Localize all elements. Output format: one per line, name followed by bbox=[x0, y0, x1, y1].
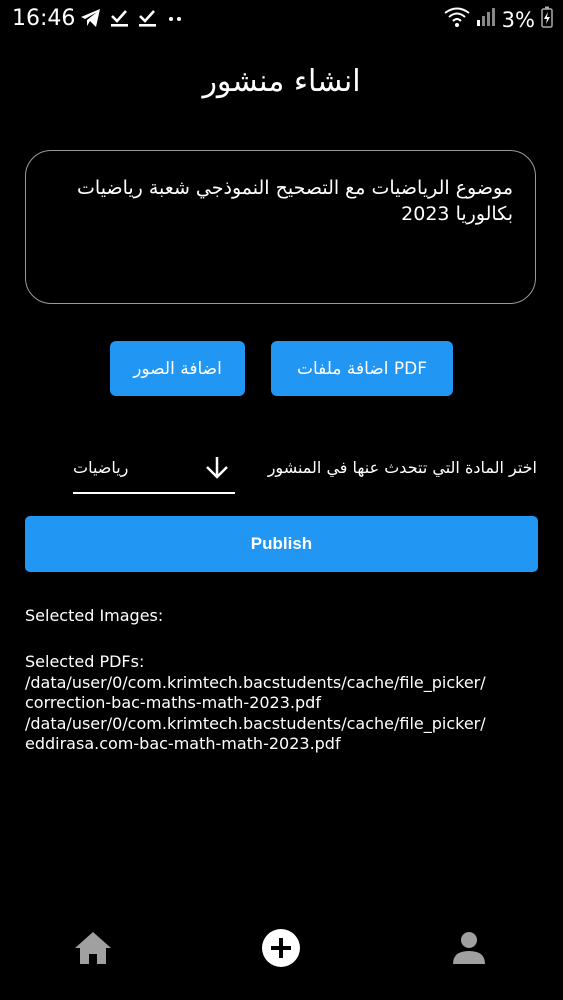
telegram-icon bbox=[80, 8, 102, 32]
nav-home[interactable] bbox=[63, 920, 123, 980]
add-images-button[interactable]: اضافة الصور bbox=[110, 341, 245, 396]
pdf-path-line: correction-bac-maths-math-2023.pdf bbox=[25, 693, 321, 712]
selected-images-label: Selected Images: bbox=[25, 606, 164, 625]
add-icon bbox=[261, 928, 301, 972]
post-text-field[interactable]: موضوع الرياضيات مع التصحيح النموذجي شعبة… bbox=[25, 150, 536, 304]
subject-label: اختر المادة التي تتحدث عنها في المنشور bbox=[267, 458, 537, 477]
post-text-value: موضوع الرياضيات مع التصحيح النموذجي شعبة… bbox=[77, 177, 513, 225]
checkmark-icon bbox=[110, 8, 130, 32]
nav-add[interactable] bbox=[251, 920, 311, 980]
pdf-path-line: eddirasa.com-bac-math-math-2023.pdf bbox=[25, 734, 341, 753]
battery-icon bbox=[541, 6, 553, 33]
profile-icon bbox=[451, 930, 487, 970]
subject-dropdown[interactable]: رياضيات bbox=[73, 450, 235, 494]
status-bar: 16:46 3% bbox=[0, 0, 563, 40]
add-pdf-button[interactable]: اضافة ملفات PDF bbox=[271, 341, 453, 396]
subject-selected: رياضيات bbox=[73, 458, 129, 477]
arrow-down-icon bbox=[203, 454, 231, 486]
bottom-navigation bbox=[0, 920, 563, 980]
pdf-path-line: /data/user/0/com.krimtech.bacstudents/ca… bbox=[25, 713, 486, 733]
publish-button[interactable]: Publish bbox=[25, 516, 538, 572]
selected-pdfs-section: Selected PDFs: /data/user/0/com.krimtech… bbox=[25, 652, 486, 755]
battery-percentage: 3% bbox=[501, 7, 535, 32]
nav-profile[interactable] bbox=[439, 920, 499, 980]
pdf-path-line: /data/user/0/com.krimtech.bacstudents/ca… bbox=[25, 672, 486, 692]
signal-icon bbox=[476, 7, 496, 32]
page-title: انشاء منشور bbox=[202, 64, 361, 99]
home-icon bbox=[73, 930, 113, 970]
status-time: 16:46 bbox=[12, 6, 76, 31]
selected-pdfs-label: Selected PDFs: bbox=[25, 652, 145, 671]
dots-icon bbox=[166, 8, 184, 32]
checkmark-icon bbox=[138, 8, 158, 32]
notification-icons bbox=[80, 8, 184, 32]
status-right: 3% bbox=[444, 6, 553, 33]
wifi-icon bbox=[444, 7, 470, 32]
